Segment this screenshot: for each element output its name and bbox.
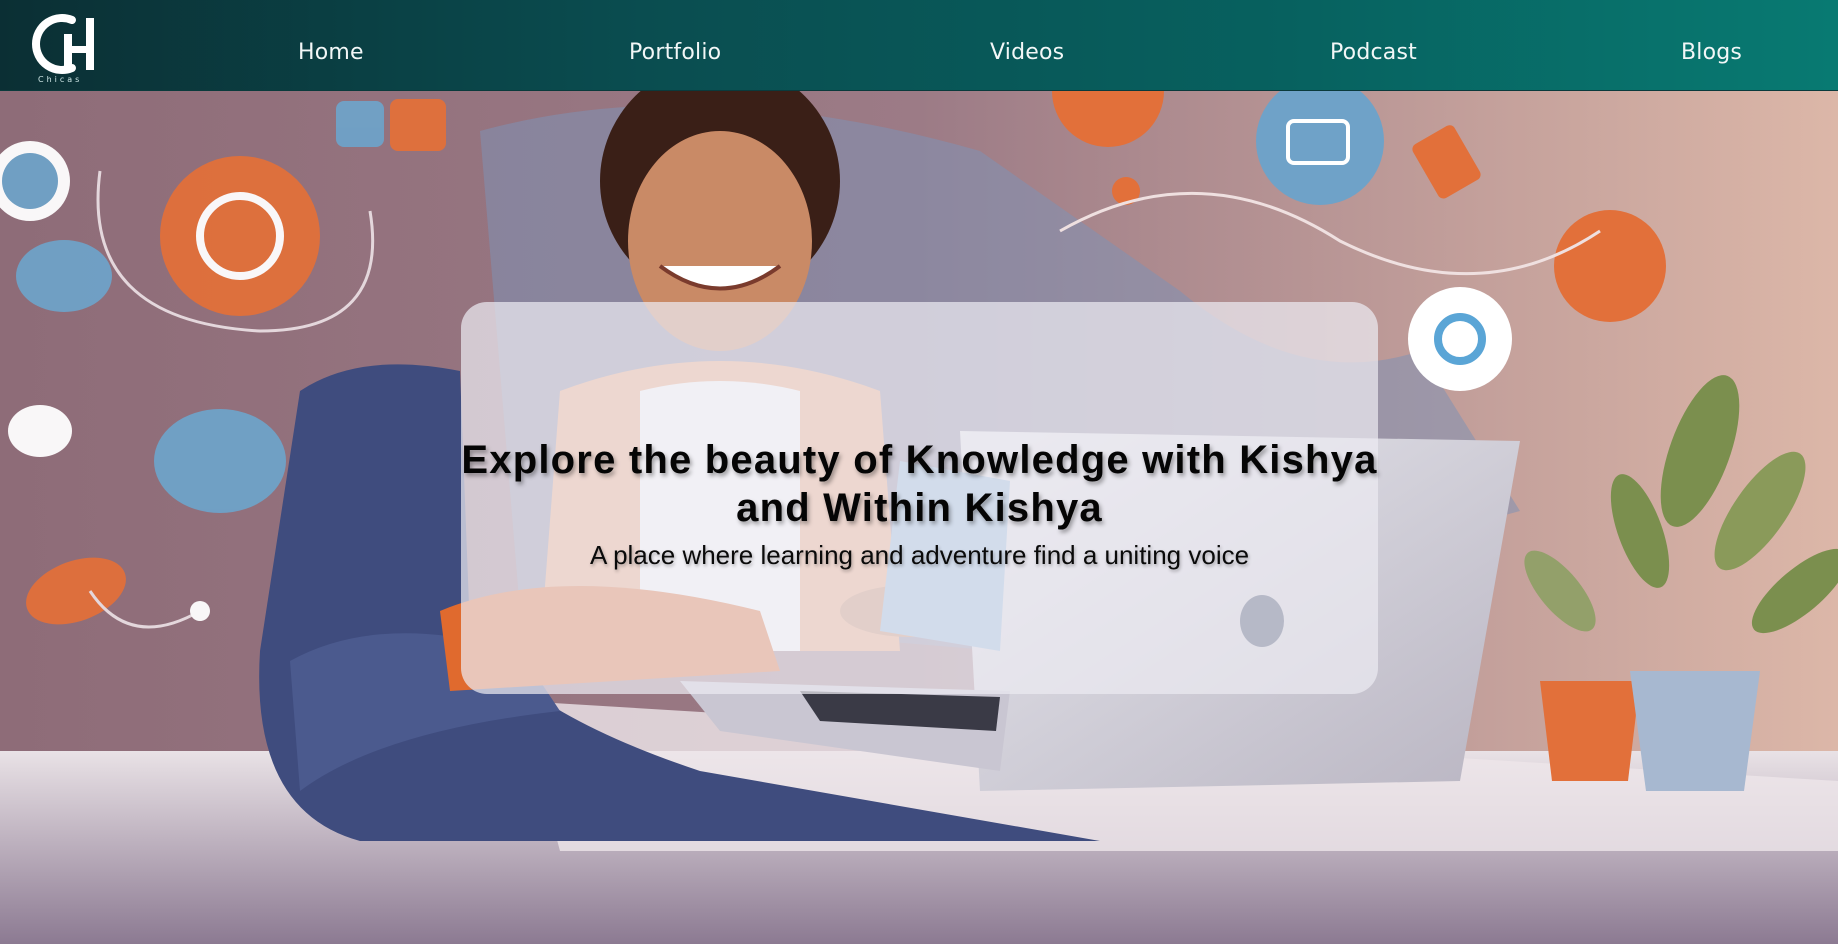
top-navigation-bar: Chicas Home Portfolio Videos Podcast Blo…: [0, 0, 1838, 91]
nav-home[interactable]: Home: [298, 40, 364, 65]
nav-portfolio[interactable]: Portfolio: [629, 40, 721, 65]
hero-title: Explore the beauty of Knowledge with Kis…: [461, 438, 1378, 530]
brand-logo[interactable]: Chicas: [30, 12, 102, 84]
nav-blogs[interactable]: Blogs: [1681, 40, 1742, 65]
logo-caption: Chicas: [38, 75, 82, 84]
nav-podcast[interactable]: Podcast: [1330, 40, 1417, 65]
hero-subtitle: A place where learning and adventure fin…: [589, 540, 1250, 570]
hero-section: Explore the beauty of Knowledge with Kis…: [0, 91, 1838, 944]
nav-videos[interactable]: Videos: [990, 40, 1064, 65]
ch-logo-icon: Chicas: [32, 14, 94, 84]
hero-card: Explore the beauty of Knowledge with Kis…: [461, 302, 1378, 694]
